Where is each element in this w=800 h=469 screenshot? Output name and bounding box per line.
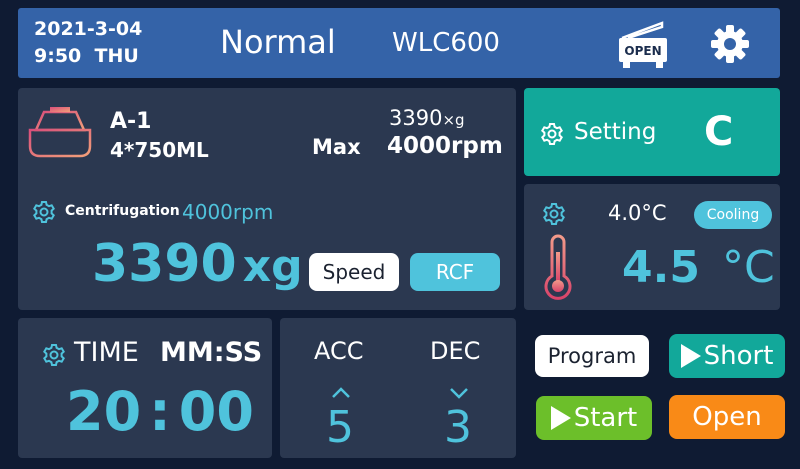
current-rcf-value: 3390 <box>92 234 237 294</box>
acc-value[interactable]: 5 <box>326 402 354 453</box>
temperature-panel: 4.0°C Cooling 4.5 °C <box>524 184 780 310</box>
short-button[interactable]: Short <box>669 334 785 378</box>
current-temperature: 4.5 <box>622 242 700 293</box>
setting-gear-icon <box>540 122 564 146</box>
dec-label: DEC <box>430 337 481 365</box>
program-button[interactable]: Program <box>535 335 649 377</box>
lid-open-icon[interactable]: OPEN <box>616 14 670 70</box>
rcf-button[interactable]: RCF <box>410 253 500 291</box>
max-rcf-value: 3390 <box>389 106 443 130</box>
time-format: MM:SS <box>160 337 263 368</box>
time-panel[interactable]: TIME MM:SS 20:00 <box>18 318 272 458</box>
current-rcf: 3390 xg <box>92 234 303 294</box>
temperature-unit: °C <box>722 242 775 293</box>
model-label: WLC600 <box>392 28 500 58</box>
clock-time: 9:50 <box>34 45 82 67</box>
cooling-badge: Cooling <box>694 201 772 229</box>
time-seconds: 00 <box>178 380 254 443</box>
lid-icon-text: OPEN <box>624 44 661 58</box>
rotor-name: A-1 <box>110 109 152 134</box>
max-speed: 4000rpm <box>387 133 503 159</box>
setting-button[interactable]: Setting C <box>524 88 780 176</box>
rotor-panel: A-1 4*750ML Max 3390×g 4000rpm Centrifug… <box>18 88 516 310</box>
gear-icon[interactable] <box>708 22 752 66</box>
speed-button[interactable]: Speed <box>309 253 399 291</box>
max-rcf: 3390×g <box>389 106 465 130</box>
centrifugation-gear-icon <box>32 200 56 224</box>
set-temperature[interactable]: 4.0°C <box>608 201 667 225</box>
time-text: 9:50 THU <box>34 45 139 67</box>
start-label: Start <box>573 403 638 433</box>
thermometer-icon <box>540 234 576 300</box>
centrifugation-label: Centrifugation <box>65 203 180 219</box>
time-label: TIME <box>74 337 139 368</box>
start-play-icon <box>550 406 571 430</box>
dec-value[interactable]: 3 <box>444 402 472 453</box>
setting-code: C <box>704 109 734 155</box>
temperature-gear-icon <box>542 202 566 226</box>
top-bar: 2021-3-04 9:50 THU Normal WLC600 OPEN <box>18 8 780 78</box>
short-label: Short <box>703 341 774 371</box>
time-minutes: 20 <box>66 380 142 443</box>
rotor-capacity: 4*750ML <box>110 138 209 162</box>
acc-up-icon[interactable] <box>330 385 352 399</box>
acc-dec-panel: ACC DEC 5 3 <box>280 318 516 458</box>
open-button[interactable]: Open <box>669 395 785 439</box>
date-text: 2021-3-04 <box>34 18 143 40</box>
max-rcf-unit: ×g <box>442 111 465 129</box>
start-button[interactable]: Start <box>536 396 652 440</box>
max-label: Max <box>312 135 361 159</box>
acc-label: ACC <box>314 337 364 365</box>
weekday: THU <box>94 45 139 67</box>
mode-label: Normal <box>220 23 336 61</box>
rotor-icon[interactable] <box>26 100 94 162</box>
time-gear-icon <box>42 343 66 367</box>
time-remaining: 20:00 <box>66 380 254 443</box>
dec-down-icon[interactable] <box>448 385 470 399</box>
current-rcf-unit: xg <box>242 241 303 292</box>
setting-label: Setting <box>574 119 657 145</box>
time-separator: : <box>149 380 171 443</box>
set-speed[interactable]: 4000rpm <box>182 200 273 224</box>
short-play-icon <box>680 344 701 368</box>
